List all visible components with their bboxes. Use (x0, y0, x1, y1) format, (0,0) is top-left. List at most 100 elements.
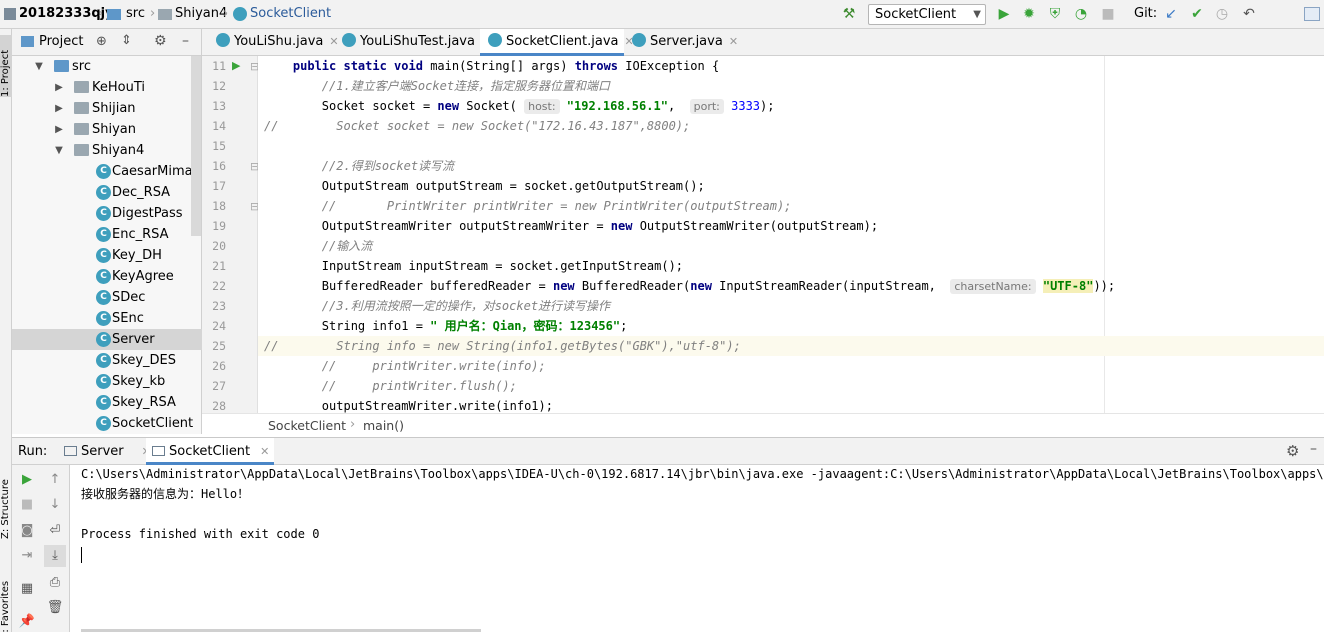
editor-tab[interactable]: YouLiShu.java ✕ (208, 29, 339, 56)
editor-tabs: YouLiShu.java✕YouLiShuTest.java✕SocketCl… (202, 29, 1324, 56)
line-number: 11 (212, 59, 226, 73)
java-class-icon (216, 33, 230, 47)
console-output[interactable]: C:\Users\Administrator\AppData\Local\Jet… (70, 465, 1324, 632)
build-hammer-icon[interactable]: ⚒ (840, 5, 858, 23)
java-class-icon: C (96, 311, 111, 326)
tree-item[interactable]: C SEnc (12, 308, 202, 329)
tree-item[interactable]: C SocketClient (12, 413, 202, 434)
tree-item[interactable]: C SDec (12, 287, 202, 308)
close-icon[interactable]: ✕ (729, 35, 738, 48)
tree-item[interactable]: C KeyAgree (12, 266, 202, 287)
layout-icon[interactable]: ▦ (16, 578, 38, 600)
tree-item[interactable]: C Skey_RSA (12, 392, 202, 413)
chevron-right-icon[interactable]: ▶ (54, 77, 64, 98)
tree-item[interactable]: C Key_DH (12, 245, 202, 266)
stop-icon[interactable]: ■ (16, 494, 38, 516)
crumb-src[interactable]: src (126, 5, 145, 23)
window-icon[interactable] (1304, 7, 1320, 21)
tree-scrollbar[interactable] (191, 56, 201, 236)
tree-item-label: KeyAgree (112, 269, 174, 284)
coverage-icon[interactable]: ⛨ (1046, 5, 1064, 23)
chevron-down-icon[interactable]: ▼ (54, 140, 64, 161)
scroll-to-end-icon[interactable]: ⤓ (44, 545, 66, 567)
rerun-icon[interactable]: ▶ (16, 469, 38, 491)
minimize-icon[interactable]: – (182, 33, 189, 49)
editor-tab[interactable]: YouLiShuTest.java✕ (334, 29, 490, 56)
java-class-icon (488, 33, 502, 47)
run-tab-server[interactable]: Server✕ (58, 438, 151, 465)
editor-tab[interactable]: Server.java ✕ (624, 29, 738, 56)
folder-icon (107, 9, 121, 20)
gear-icon[interactable]: ⚙ (154, 33, 167, 49)
tree-item[interactable]: C Enc_RSA (12, 224, 202, 245)
tree-item[interactable]: ▶ Shiyan (12, 119, 202, 140)
project-tool-button[interactable]: 1: Project (0, 35, 12, 97)
debug-icon[interactable]: ✹ (1020, 5, 1038, 23)
run-config-select[interactable]: SocketClient ▼ (868, 4, 986, 25)
git-rollback-icon[interactable]: ↶ (1240, 5, 1258, 23)
chevron-right-icon[interactable]: ▶ (54, 98, 64, 119)
java-class-icon: C (96, 290, 111, 305)
breadcrumb-separator: › (350, 417, 356, 432)
tree-item-label: KeHouTi (92, 80, 145, 95)
java-class-icon: C (96, 374, 111, 389)
tree-item[interactable]: C Server (12, 329, 202, 350)
project-panel-title[interactable]: Project (39, 34, 83, 49)
crumb-class[interactable]: SocketClient (250, 5, 331, 23)
class-icon (233, 7, 247, 21)
down-arrow-icon[interactable]: ↓ (44, 494, 66, 516)
camera-icon[interactable]: ◙ (16, 520, 38, 542)
tree-item[interactable]: C CaesarMima (12, 161, 202, 182)
run-tab-socketclient[interactable]: SocketClient ✕ (146, 438, 274, 465)
login-icon[interactable]: ⇥ (16, 545, 38, 567)
git-update-icon[interactable]: ↙ (1162, 5, 1180, 23)
crumb-package[interactable]: Shiyan4 (175, 5, 227, 23)
tree-item[interactable]: ▶ Shijian (12, 98, 202, 119)
tree-item[interactable]: C Skey_DES (12, 350, 202, 371)
chevron-down-icon[interactable]: ▼ (34, 56, 44, 77)
stop-icon[interactable]: ■ (1099, 5, 1117, 23)
tree-item[interactable]: C Skey_kb (12, 371, 202, 392)
run-label: Run: (18, 444, 48, 459)
crosshair-icon[interactable]: ⊕ (96, 34, 107, 49)
minimize-icon[interactable]: – (1310, 441, 1317, 457)
code-editor[interactable]: public static void main(String[] args) t… (258, 56, 1324, 413)
code-line: OutputStream outputStream = socket.getOu… (264, 179, 705, 193)
breadcrumb-method[interactable]: main() (363, 418, 404, 433)
line-number: 13 (212, 99, 226, 113)
run-config-label: SocketClient (875, 7, 957, 22)
favorites-tool-button[interactable]: 2: Favorites (0, 549, 12, 632)
git-history-icon[interactable]: ◷ (1213, 5, 1231, 23)
editor-tab[interactable]: SocketClient.java ✕ (480, 29, 634, 56)
chevron-right-icon[interactable]: ▶ (54, 119, 64, 140)
close-icon[interactable]: ✕ (260, 445, 269, 458)
tree-item[interactable]: C DigestPass (12, 203, 202, 224)
java-class-icon: C (96, 395, 111, 410)
structure-tool-button[interactable]: Z: Structure (0, 449, 12, 539)
gear-icon[interactable]: ⚙ (1286, 442, 1299, 460)
java-class-icon (632, 33, 646, 47)
soft-wrap-icon[interactable]: ⏎ (44, 520, 66, 542)
code-line: BufferedReader bufferedReader = new Buff… (264, 279, 1116, 294)
run-icon[interactable]: ▶ (995, 5, 1013, 23)
up-arrow-icon[interactable]: ↑ (44, 469, 66, 491)
tree-item-label: src (72, 59, 91, 74)
breadcrumb-class[interactable]: SocketClient (268, 418, 346, 433)
console-line-exit: Process finished with exit code 0 (81, 527, 320, 541)
tree-item-label: Key_DH (112, 248, 162, 263)
tree-item[interactable]: C Dec_RSA (12, 182, 202, 203)
run-tab-label: Server (81, 444, 124, 459)
editor-tab-label: Server.java (650, 34, 723, 49)
profile-icon[interactable]: ◔ (1072, 5, 1090, 23)
tree-item[interactable]: ▼ Shiyan4 (12, 140, 202, 161)
git-commit-icon[interactable]: ✔ (1188, 5, 1206, 23)
code-line: //2.得到socket读写流 (321, 159, 455, 173)
run-gutter-icon[interactable]: ▶ (232, 59, 240, 72)
pin-icon[interactable]: 📌 (16, 611, 38, 632)
print-icon[interactable]: ⎙ (44, 572, 66, 594)
tree-item[interactable]: ▼ src (12, 56, 202, 77)
trash-icon[interactable]: 🗑 (44, 597, 66, 619)
tree-item[interactable]: ▶ KeHouTi (12, 77, 202, 98)
collapse-all-icon[interactable]: ⇕ (121, 33, 132, 48)
